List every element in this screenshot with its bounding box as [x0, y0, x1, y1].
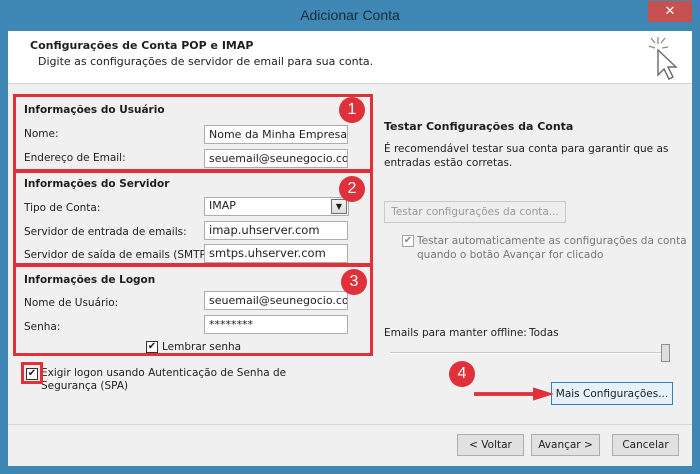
annotation-box-spa — [21, 362, 43, 384]
back-button[interactable]: < Voltar — [457, 434, 524, 456]
offline-value: Todas — [529, 327, 559, 339]
dialog-window: Adicionar Conta ✕ Configurações de Conta… — [0, 0, 700, 474]
annotation-box-2 — [13, 170, 373, 266]
annotation-box-3 — [13, 264, 373, 356]
test-settings-description: É recomendável testar sua conta para gar… — [384, 143, 669, 169]
more-settings-button[interactable]: Mais Configurações... — [551, 382, 673, 405]
test-account-button[interactable]: Testar configurações da conta... — [384, 201, 566, 223]
window-title: Adicionar Conta — [300, 7, 400, 23]
test-settings-title: Testar Configurações da Conta — [384, 120, 574, 133]
arrow-right-icon — [474, 387, 554, 401]
page-title: Configurações de Conta POP e IMAP — [30, 39, 254, 52]
close-icon: ✕ — [664, 4, 676, 19]
cursor-click-icon — [648, 37, 678, 80]
offline-label: Emails para manter offline: — [384, 327, 527, 339]
spa-label: Exigir logon usando Autenticação de Senh… — [41, 367, 287, 392]
annotation-box-1 — [13, 94, 373, 172]
annotation-badge-4: 4 — [449, 361, 475, 387]
cancel-button[interactable]: Cancelar — [612, 434, 679, 456]
footer-divider — [8, 424, 692, 425]
offline-slider-thumb[interactable] — [661, 344, 670, 362]
dialog-body: Configurações de Conta POP e IMAP Digite… — [8, 31, 692, 466]
close-button[interactable]: ✕ — [648, 1, 692, 22]
wizard-header: Configurações de Conta POP e IMAP Digite… — [8, 31, 692, 84]
annotation-badge-2: 2 — [339, 176, 365, 202]
next-button[interactable]: Avançar > — [531, 434, 600, 456]
title-bar[interactable]: Adicionar Conta ✕ — [0, 0, 700, 32]
annotation-badge-3: 3 — [341, 269, 367, 295]
offline-slider[interactable] — [390, 352, 668, 354]
page-subtitle: Digite as configurações de servidor de e… — [38, 55, 374, 68]
annotation-badge-1: 1 — [339, 97, 365, 123]
auto-test-label: Testar automaticamente as configurações … — [417, 235, 687, 261]
auto-test-checkbox[interactable]: ✔ — [402, 235, 414, 247]
